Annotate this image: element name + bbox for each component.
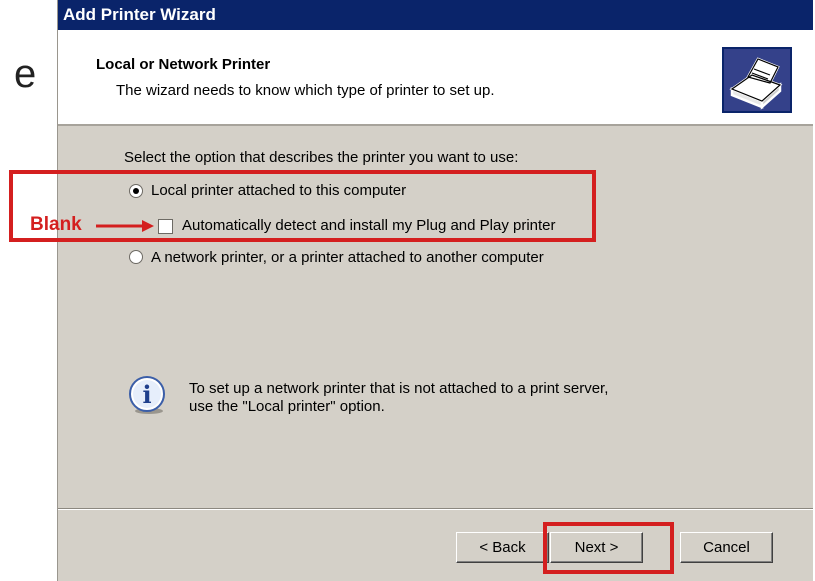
header-subtitle: The wizard needs to know which type of p… xyxy=(116,82,495,99)
annotation-blank-label: Blank xyxy=(30,214,82,235)
svg-text:i: i xyxy=(142,380,151,409)
button-separator xyxy=(58,508,813,510)
option-prompt: Select the option that describes the pri… xyxy=(124,149,519,166)
info-icon: i xyxy=(129,376,165,414)
info-text-line-1: To set up a network printer that is not … xyxy=(189,380,609,397)
annotation-next-highlight xyxy=(543,522,674,574)
radio-network-printer[interactable] xyxy=(129,250,143,264)
info-text-line-2: use the "Local printer" option. xyxy=(189,398,385,415)
back-button[interactable]: < Back xyxy=(456,532,549,563)
printer-icon xyxy=(722,47,792,113)
add-printer-wizard-dialog: Add Printer Wizard Local or Network Prin… xyxy=(57,0,813,581)
wizard-header: Local or Network Printer The wizard need… xyxy=(58,30,813,126)
annotation-arrow-icon xyxy=(96,220,154,232)
window-title: Add Printer Wizard xyxy=(63,5,216,24)
cancel-button[interactable]: Cancel xyxy=(680,532,773,563)
header-title: Local or Network Printer xyxy=(96,56,271,73)
radio-network-printer-label[interactable]: A network printer, or a printer attached… xyxy=(151,249,544,266)
title-bar[interactable]: Add Printer Wizard xyxy=(58,0,813,30)
background-text-fragment: e xyxy=(14,52,37,96)
